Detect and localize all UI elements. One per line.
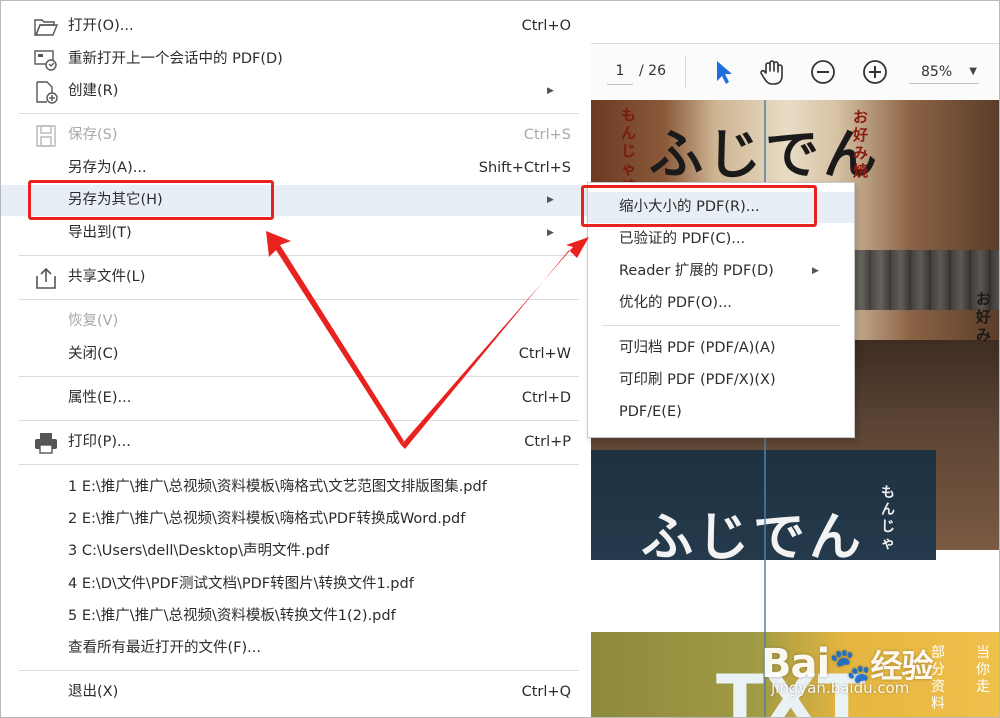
watermark-url: jingyan.baidu.com — [771, 679, 910, 697]
red-arrow-right — [401, 237, 589, 449]
app-window: 1 / 26 85% ▼ ふじでん もんじゃ焼 お好み焼 お好み — [0, 0, 1000, 718]
annotation-arrows — [266, 231, 589, 449]
red-arrow-left — [266, 231, 404, 445]
baidu-watermark: Bai🐾经验 jingyan.baidu.com — [761, 641, 961, 701]
